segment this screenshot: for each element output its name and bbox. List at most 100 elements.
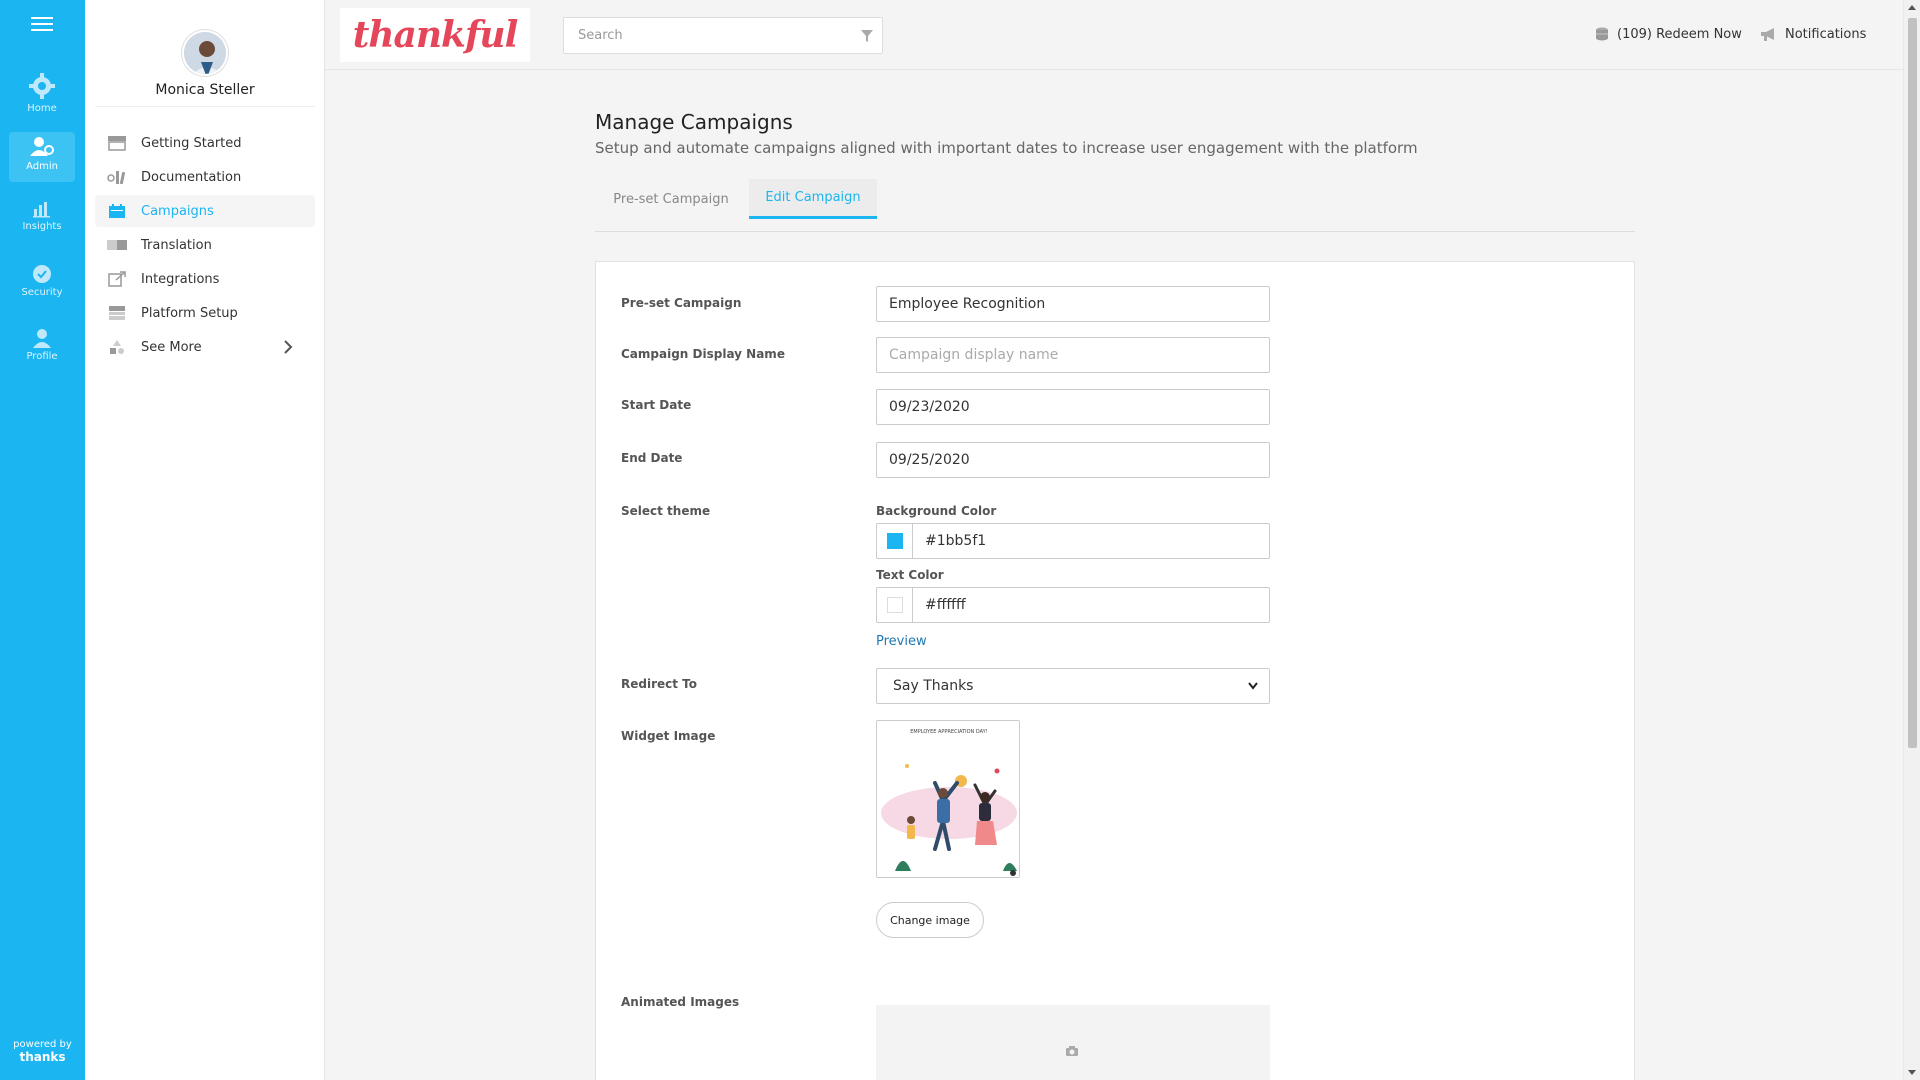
sidebar-item-label: Campaigns [141, 203, 214, 219]
rail-item-profile[interactable]: Profile [9, 324, 75, 374]
display-name-label: Campaign Display Name [621, 347, 785, 361]
admin-user-icon [30, 137, 54, 156]
document-icon [107, 169, 127, 185]
divider [95, 106, 315, 107]
redirect-selected-value: Say Thanks [893, 678, 974, 694]
text-color-label: Text Color [876, 568, 944, 582]
select-theme-label: Select theme [621, 504, 711, 518]
setup-icon [107, 305, 127, 321]
powered-by-text: powered by [13, 1039, 72, 1050]
end-date-input[interactable] [876, 442, 1270, 478]
sidebar-item-label: Platform Setup [141, 305, 238, 321]
camera-icon [1066, 1046, 1078, 1056]
chevron-down-icon [1248, 682, 1258, 690]
background-color-picker[interactable] [877, 524, 913, 558]
tabs-divider [595, 231, 1635, 232]
sidebar-item-integrations[interactable]: Integrations [95, 263, 315, 295]
menu-icon[interactable] [31, 17, 53, 33]
display-name-input[interactable] [876, 337, 1270, 373]
redirect-to-label: Redirect To [621, 677, 698, 691]
coins-icon [1596, 27, 1608, 41]
animated-images-dropzone[interactable] [876, 1005, 1270, 1080]
text-color-value: #ffffff [925, 597, 966, 613]
preset-campaign-label: Pre-set Campaign [621, 296, 742, 310]
user-name: Monica Steller [155, 82, 255, 98]
app-rail: Home Admin Insights Security Profile pow… [0, 0, 85, 1080]
filter-icon[interactable] [860, 29, 874, 43]
sidebar-item-label: Getting Started [141, 135, 242, 151]
calendar-icon [107, 203, 127, 219]
store-icon [107, 135, 127, 151]
search-input[interactable] [564, 18, 844, 53]
sidebar-item-label: See More [141, 339, 202, 355]
sidebar-item-see-more[interactable]: See More [95, 331, 315, 363]
sidebar-item-documentation[interactable]: Documentation [95, 161, 315, 193]
page-subtitle: Setup and automate campaigns aligned wit… [595, 139, 1418, 157]
rail-label: Profile [26, 351, 58, 362]
background-color-value: #1bb5f1 [925, 533, 987, 549]
avatar-image [184, 32, 226, 74]
sidebar-item-getting-started[interactable]: Getting Started [95, 127, 315, 159]
notifications-text: Notifications [1785, 26, 1867, 42]
chevron-right-icon[interactable] [283, 339, 293, 355]
start-date-label: Start Date [621, 398, 692, 412]
redirect-select[interactable]: Say Thanks [876, 668, 1270, 704]
sidebar-item-platform-setup[interactable]: Platform Setup [95, 297, 315, 329]
sidebar-item-label: Documentation [141, 169, 242, 185]
notifications-link[interactable]: Notifications [1760, 26, 1866, 42]
change-image-button[interactable]: Change image [876, 902, 984, 938]
text-color-field[interactable]: #ffffff [876, 587, 1270, 623]
sidebar-item-label: Translation [141, 237, 212, 253]
powered-by-brand: thanks [19, 1050, 66, 1064]
translate-icon [107, 237, 127, 253]
megaphone-icon [1761, 28, 1774, 41]
rail-label: Admin [26, 161, 58, 172]
text-color-swatch [886, 597, 903, 613]
rail-label: Insights [22, 221, 62, 232]
link-icon [107, 271, 127, 287]
scroll-down-arrow[interactable] [1908, 1070, 1916, 1075]
rail-item-insights[interactable]: Insights [9, 196, 75, 246]
background-color-field[interactable]: #1bb5f1 [876, 523, 1270, 559]
logo-text: thankful [352, 14, 519, 56]
scrollbar-thumb[interactable] [1908, 18, 1917, 748]
page-title: Manage Campaigns [595, 110, 793, 134]
widget-caption: EMPLOYEE APPRECIATION DAY! [910, 729, 987, 735]
rail-item-security[interactable]: Security [9, 260, 75, 310]
redeem-link[interactable]: (109) Redeem Now [1594, 26, 1742, 42]
redeem-text: (109) Redeem Now [1617, 26, 1742, 42]
brand-logo[interactable]: thankful [340, 8, 530, 62]
sidebar-item-campaigns[interactable]: Campaigns [95, 195, 315, 227]
shield-icon [33, 265, 51, 283]
tab-preset-campaign[interactable]: Pre-set Campaign [596, 179, 746, 219]
header-divider [325, 69, 1903, 70]
preview-link[interactable]: Preview [876, 634, 927, 649]
sidebar: Monica Steller Getting Started Documenta… [85, 0, 325, 1080]
person-icon [33, 329, 51, 348]
widget-image: EMPLOYEE APPRECIATION DAY! [876, 720, 1020, 878]
rail-item-admin[interactable]: Admin [9, 132, 75, 182]
background-color-swatch [886, 533, 903, 549]
rail-item-home[interactable]: Home [9, 68, 75, 118]
scroll-up-arrow[interactable] [1908, 5, 1916, 10]
powered-by: powered by thanks [0, 1039, 85, 1064]
widget-image-label: Widget Image [621, 729, 716, 743]
tab-edit-campaign[interactable]: Edit Campaign [749, 179, 877, 219]
preset-campaign-field[interactable] [876, 286, 1270, 322]
animated-images-label: Animated Images [621, 995, 740, 1009]
rail-label: Security [21, 287, 63, 298]
start-date-input[interactable] [876, 389, 1270, 425]
widget-illustration: EMPLOYEE APPRECIATION DAY! [877, 721, 1019, 877]
end-date-label: End Date [621, 451, 683, 465]
search-bar [563, 17, 883, 54]
gear-icon [29, 73, 55, 99]
rail-label: Home [27, 103, 57, 114]
text-color-picker[interactable] [877, 588, 913, 622]
chart-icon [33, 202, 50, 218]
background-color-label: Background Color [876, 504, 997, 518]
scrollbar[interactable] [1903, 0, 1920, 1080]
avatar[interactable] [182, 30, 228, 76]
sidebar-item-translation[interactable]: Translation [95, 229, 315, 261]
sidebar-item-label: Integrations [141, 271, 220, 287]
shapes-icon [107, 339, 127, 355]
